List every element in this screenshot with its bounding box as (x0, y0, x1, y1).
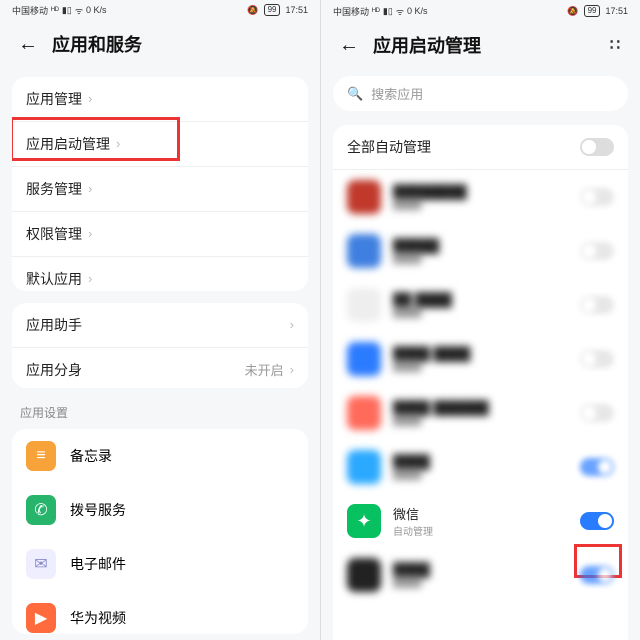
wifi-icon: ᯤ (396, 5, 404, 18)
search-input[interactable]: 🔍 搜索应用 (333, 76, 628, 111)
app-row-blurred[interactable]: ████ ██████████ (333, 386, 628, 440)
app-row-blurred[interactable]: ██ ████████ (333, 278, 628, 332)
chevron-icon: › (290, 362, 294, 377)
signal-icon: ▮▯ (383, 6, 393, 17)
app-name: 微信 (393, 504, 568, 523)
battery-icon: 99 (584, 5, 601, 17)
page-title: 应用启动管理 (373, 32, 481, 58)
group-app-settings: ≡备忘录 ✆拨号服务 ✉电子邮件 ▶华为视频 (12, 429, 308, 634)
net-speed: 0 K/s (407, 6, 428, 16)
row-service-manage[interactable]: 服务管理› (12, 167, 308, 212)
chevron-icon: › (88, 181, 92, 196)
back-icon[interactable]: ← (339, 35, 359, 55)
row-app-manage[interactable]: 应用管理› (12, 77, 308, 122)
row-app-launch-manage[interactable]: 应用启动管理› (12, 122, 308, 167)
net-icon: ᴴᴰ (51, 5, 59, 15)
net-speed: 0 K/s (86, 5, 107, 15)
chevron-icon: › (88, 226, 92, 241)
row-dialer[interactable]: ✆拨号服务 (12, 483, 308, 537)
app-row-blurred[interactable]: ████ ████████ (333, 332, 628, 386)
silent-icon: 🔕 (567, 6, 578, 17)
title-bar: ← 应用和服务 (0, 21, 320, 71)
section-app-settings: 应用设置 (0, 394, 320, 423)
group-apps: 应用管理› 应用启动管理› 服务管理› 权限管理› 默认应用› (12, 77, 308, 291)
status-bar: 中国移动 ᴴᴰ ▮▯ ᯤ 0 K/s 🔕 99 17:51 (321, 0, 640, 22)
mail-icon: ✉ (26, 549, 56, 579)
clock: 17:51 (605, 6, 628, 16)
left-screen: 中国移动 ᴴᴰ ▮▯ ᯤ 0 K/s 🔕 99 17:51 ← 应用和服务 应用… (0, 0, 320, 640)
phone-icon: ✆ (26, 495, 56, 525)
right-screen: 中国移动 ᴴᴰ ▮▯ ᯤ 0 K/s 🔕 99 17:51 ← 应用启动管理 ∷… (320, 0, 640, 640)
row-app-assistant[interactable]: 应用助手› (12, 303, 308, 348)
menu-dots-icon[interactable]: ∷ (610, 35, 622, 55)
app-list: 全部自动管理 ████████████ █████████ ██ ███████… (333, 125, 628, 640)
app-row-blurred[interactable]: ████████ (333, 440, 628, 494)
row-huawei-video[interactable]: ▶华为视频 (12, 591, 308, 634)
search-placeholder: 搜索应用 (371, 84, 423, 103)
app-row-blurred[interactable]: ████████████ (333, 170, 628, 224)
group-assist: 应用助手› 应用分身未开启› (12, 303, 308, 388)
wechat-icon: ✦ (347, 504, 381, 538)
carrier: 中国移动 (12, 4, 48, 17)
silent-icon: 🔕 (247, 5, 258, 16)
carrier: 中国移动 (333, 5, 369, 18)
clock: 17:51 (285, 5, 308, 15)
row-email[interactable]: ✉电子邮件 (12, 537, 308, 591)
status-bar: 中国移动 ᴴᴰ ▮▯ ᯤ 0 K/s 🔕 99 17:51 (0, 0, 320, 21)
app-row-wechat[interactable]: ✦ 微信 自动管理 (333, 494, 628, 548)
chevron-icon: › (290, 317, 294, 332)
chevron-icon: › (88, 271, 92, 286)
battery-icon: 99 (264, 4, 281, 16)
row-notes[interactable]: ≡备忘录 (12, 429, 308, 483)
row-app-twin[interactable]: 应用分身未开启› (12, 348, 308, 388)
search-icon: 🔍 (347, 86, 363, 102)
switch-wechat[interactable] (580, 512, 614, 530)
app-row-blurred[interactable]: ████████ (333, 548, 628, 602)
app-row-blurred[interactable]: █████████ (333, 224, 628, 278)
page-title: 应用和服务 (52, 31, 142, 57)
chevron-icon: › (88, 91, 92, 106)
row-all-auto[interactable]: 全部自动管理 (333, 125, 628, 170)
chevron-icon: › (116, 136, 120, 151)
title-bar: ← 应用启动管理 ∷ (321, 22, 640, 72)
switch-all-auto[interactable] (580, 138, 614, 156)
notes-icon: ≡ (26, 441, 56, 471)
net-icon: ᴴᴰ (372, 6, 380, 16)
video-icon: ▶ (26, 603, 56, 633)
back-icon[interactable]: ← (18, 34, 38, 54)
row-default-apps[interactable]: 默认应用› (12, 257, 308, 291)
app-sub: 自动管理 (393, 523, 568, 538)
row-permission-manage[interactable]: 权限管理› (12, 212, 308, 257)
wifi-icon: ᯤ (75, 4, 83, 17)
signal-icon: ▮▯ (62, 5, 72, 16)
